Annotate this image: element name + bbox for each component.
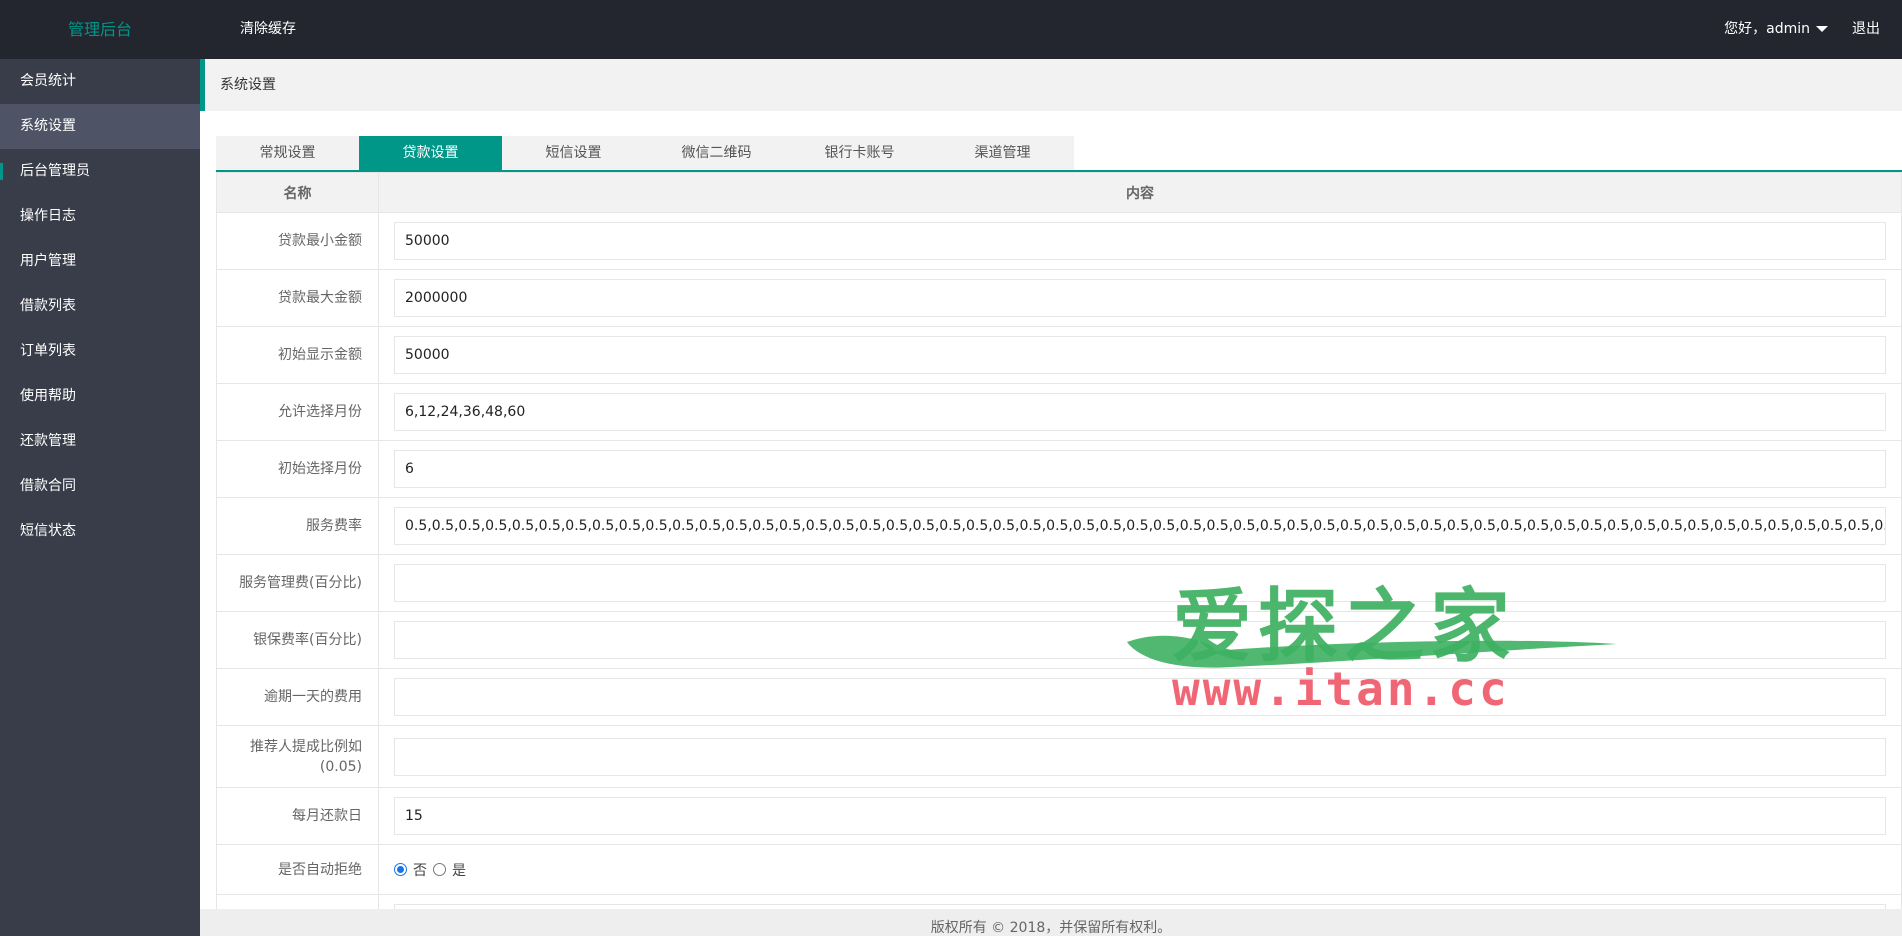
row-label: 允许选择月份	[216, 383, 379, 441]
min-loan-amount-input[interactable]: 50000	[394, 222, 1886, 260]
table-row: 服务费率 0.5,0.5,0.5,0.5,0.5,0.5,0.5,0.5,0.5…	[216, 497, 1902, 555]
table-row: 是否自动拒绝 否 是	[216, 844, 1902, 895]
row-label: 贷款最大金额	[216, 269, 379, 327]
sidebar-item-label: 借款列表	[20, 298, 76, 314]
radio-label-no: 否	[413, 862, 427, 879]
service-management-fee-input[interactable]	[394, 564, 1886, 602]
row-label: 服务管理费(百分比)	[216, 554, 379, 612]
logout-link[interactable]: 退出	[1852, 0, 1880, 59]
main-content: 系统设置 常规设置 贷款设置 短信设置 微信二维码 银行卡账号 渠道管理 名称 …	[200, 59, 1902, 936]
row-label: 初始选择月份	[216, 440, 379, 498]
sidebar-item-label: 订单列表	[20, 343, 76, 359]
auto-reject-radio-group: 否 是	[394, 860, 1886, 880]
caret-down-icon	[1816, 26, 1828, 32]
column-header-content: 内容	[378, 172, 1902, 213]
row-label: 推荐人提成比例如(0.05)	[216, 725, 379, 788]
table-row: 每月还款日 15	[216, 787, 1902, 845]
sidebar-item-contracts[interactable]: 借款合同	[0, 464, 200, 509]
sidebar-item-label: 使用帮助	[20, 388, 76, 404]
table-row: 允许选择月份 6,12,24,36,48,60	[216, 383, 1902, 441]
sidebar-item-label: 操作日志	[20, 208, 76, 224]
settings-tabs: 常规设置 贷款设置 短信设置 微信二维码 银行卡账号 渠道管理	[216, 136, 1074, 170]
breadcrumb: 系统设置	[200, 59, 1902, 111]
footer: 版权所有 © 2018，并保留所有权利。	[200, 909, 1902, 936]
row-label: 初始显示金额	[216, 326, 379, 384]
row-label: 银保费率(百分比)	[216, 611, 379, 669]
referrer-commission-input[interactable]	[394, 737, 1886, 776]
sidebar-item-operation-log[interactable]: 操作日志	[0, 194, 200, 239]
row-label: 服务费率	[216, 497, 379, 555]
tab-wechat-qr[interactable]: 微信二维码	[645, 136, 788, 170]
settings-table-wrapper[interactable]: 名称 内容 贷款最小金额 50000 贷款最大金额 2000000 初始显示金额…	[216, 172, 1902, 936]
sidebar: 会员统计 系统设置 后台管理员 操作日志 用户管理 借款列表 订单列表 使用帮助…	[0, 59, 200, 936]
table-row: 银保费率(百分比)	[216, 611, 1902, 669]
row-label: 贷款最小金额	[216, 212, 379, 270]
tab-loan[interactable]: 贷款设置	[359, 136, 502, 170]
top-bar: 管理后台 清除缓存 您好，admin 退出	[0, 0, 1902, 59]
radio-label-yes: 是	[452, 862, 466, 879]
sidebar-item-label: 后台管理员	[20, 163, 90, 179]
monthly-repayment-day-input[interactable]: 15	[394, 797, 1886, 835]
sidebar-item-sms-status[interactable]: 短信状态	[0, 509, 200, 554]
sidebar-item-orders[interactable]: 订单列表	[0, 329, 200, 374]
sidebar-item-label: 会员统计	[20, 73, 76, 89]
table-row: 初始显示金额 50000	[216, 326, 1902, 384]
initial-amount-input[interactable]: 50000	[394, 336, 1886, 374]
table-row: 服务管理费(百分比)	[216, 554, 1902, 612]
sidebar-item-system-settings[interactable]: 系统设置	[0, 104, 200, 149]
auto-reject-no-radio[interactable]	[394, 863, 407, 876]
app-logo[interactable]: 管理后台	[0, 0, 200, 59]
sidebar-item-help[interactable]: 使用帮助	[0, 374, 200, 419]
sidebar-item-label: 借款合同	[20, 478, 76, 494]
insurance-rate-input[interactable]	[394, 621, 1886, 659]
clear-cache-link[interactable]: 清除缓存	[240, 0, 296, 59]
sidebar-item-label: 短信状态	[20, 523, 76, 539]
sidebar-item-loans[interactable]: 借款列表	[0, 284, 200, 329]
tab-bank-account[interactable]: 银行卡账号	[788, 136, 931, 170]
tab-channels[interactable]: 渠道管理	[931, 136, 1074, 170]
sidebar-item-admins[interactable]: 后台管理员	[0, 149, 200, 194]
user-menu[interactable]: 您好，admin	[1724, 0, 1828, 59]
sidebar-item-label: 系统设置	[20, 118, 76, 134]
active-indicator	[0, 163, 3, 180]
table-row: 逾期一天的费用	[216, 668, 1902, 726]
table-row: 贷款最小金额 50000	[216, 212, 1902, 270]
tab-sms[interactable]: 短信设置	[502, 136, 645, 170]
row-label: 逾期一天的费用	[216, 668, 379, 726]
service-rate-input[interactable]: 0.5,0.5,0.5,0.5,0.5,0.5,0.5,0.5,0.5,0.5,…	[394, 507, 1886, 545]
row-label: 是否自动拒绝	[216, 844, 379, 895]
column-header-name: 名称	[216, 172, 379, 213]
table-row: 初始选择月份 6	[216, 440, 1902, 498]
overdue-daily-fee-input[interactable]	[394, 678, 1886, 716]
sidebar-item-repayments[interactable]: 还款管理	[0, 419, 200, 464]
allowed-months-input[interactable]: 6,12,24,36,48,60	[394, 393, 1886, 431]
user-greeting: 您好，admin	[1724, 21, 1810, 37]
settings-table: 名称 内容 贷款最小金额 50000 贷款最大金额 2000000 初始显示金额…	[216, 172, 1902, 936]
tab-general[interactable]: 常规设置	[216, 136, 359, 170]
initial-month-input[interactable]: 6	[394, 450, 1886, 488]
max-loan-amount-input[interactable]: 2000000	[394, 279, 1886, 317]
sidebar-item-label: 还款管理	[20, 433, 76, 449]
table-row: 推荐人提成比例如(0.05)	[216, 725, 1902, 788]
sidebar-item-label: 用户管理	[20, 253, 76, 269]
auto-reject-yes-radio[interactable]	[433, 863, 446, 876]
sidebar-item-users[interactable]: 用户管理	[0, 239, 200, 284]
table-row: 贷款最大金额 2000000	[216, 269, 1902, 327]
row-label: 每月还款日	[216, 787, 379, 845]
sidebar-item-member-stats[interactable]: 会员统计	[0, 59, 200, 104]
